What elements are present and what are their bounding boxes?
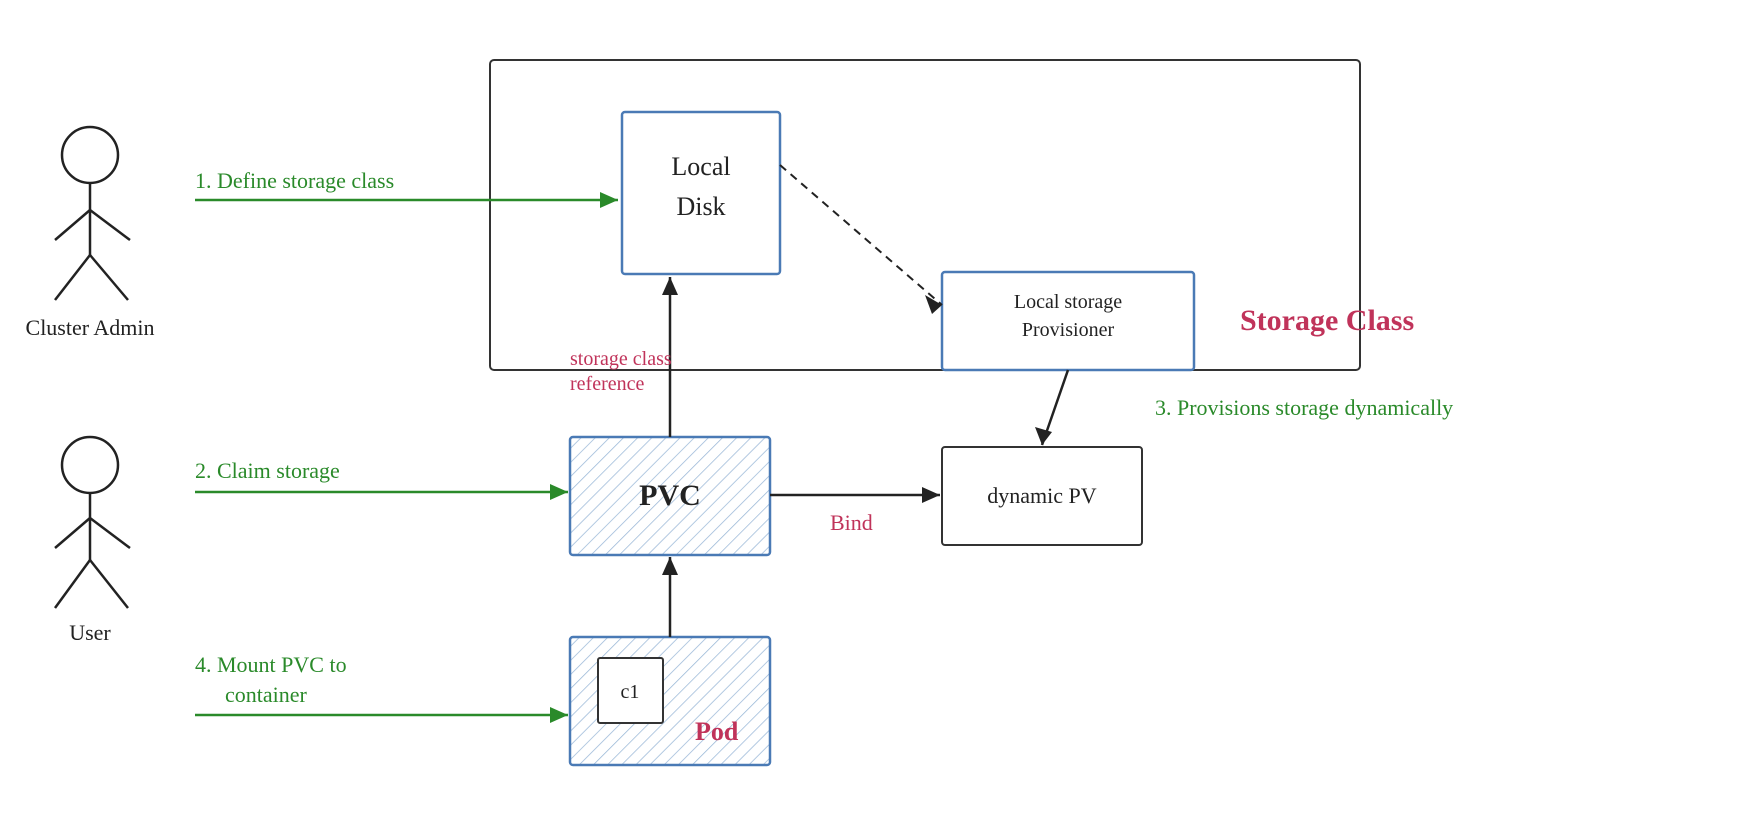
bind-arrow-head — [922, 487, 940, 503]
local-storage-provisioner-label2: Provisioner — [1022, 319, 1115, 341]
user-label: User — [69, 620, 111, 645]
user-right-arm — [90, 518, 130, 548]
step3-label: 3. Provisions storage dynamically — [1155, 395, 1453, 420]
provisioner-to-pv-head — [1035, 427, 1052, 445]
cluster-admin-head — [62, 127, 118, 183]
local-disk-label: Local — [671, 152, 730, 181]
cluster-admin-left-leg — [55, 255, 90, 300]
cluster-admin-right-arm — [90, 210, 130, 240]
step2-arrow-head — [550, 484, 568, 500]
main-diagram: Storage Class Local Disk Local storage P… — [0, 0, 1760, 828]
cluster-admin-label: Cluster Admin — [26, 315, 155, 340]
user-right-leg — [90, 560, 128, 608]
pod-label: Pod — [695, 717, 739, 746]
pod-to-pvc-head — [662, 557, 678, 575]
dynamic-pv-label: dynamic PV — [987, 483, 1096, 508]
step2-label: 2. Claim storage — [195, 458, 340, 483]
step4-label-line2: container — [225, 682, 308, 707]
cluster-admin-right-leg — [90, 255, 128, 300]
pvc-label: PVC — [639, 479, 701, 512]
container-label: c1 — [621, 681, 640, 703]
user-left-arm — [55, 518, 90, 548]
step4-label-line1: 4. Mount PVC to — [195, 652, 347, 677]
cluster-admin-left-arm — [55, 210, 90, 240]
storage-class-container — [490, 60, 1360, 370]
local-storage-provisioner-label1: Local storage — [1014, 291, 1122, 313]
user-head — [62, 437, 118, 493]
diagram-container: Storage Class Local Disk Local storage P… — [0, 0, 1760, 828]
step4-arrow-head — [550, 707, 568, 723]
bind-label: Bind — [830, 510, 873, 535]
storage-class-label: Storage Class — [1240, 304, 1414, 337]
local-disk-label2: Disk — [676, 192, 725, 221]
step1-label: 1. Define storage class — [195, 168, 394, 193]
storage-class-ref-label2: reference — [570, 373, 644, 395]
storage-class-ref-label1: storage class — [570, 348, 672, 370]
user-left-leg — [55, 560, 90, 608]
